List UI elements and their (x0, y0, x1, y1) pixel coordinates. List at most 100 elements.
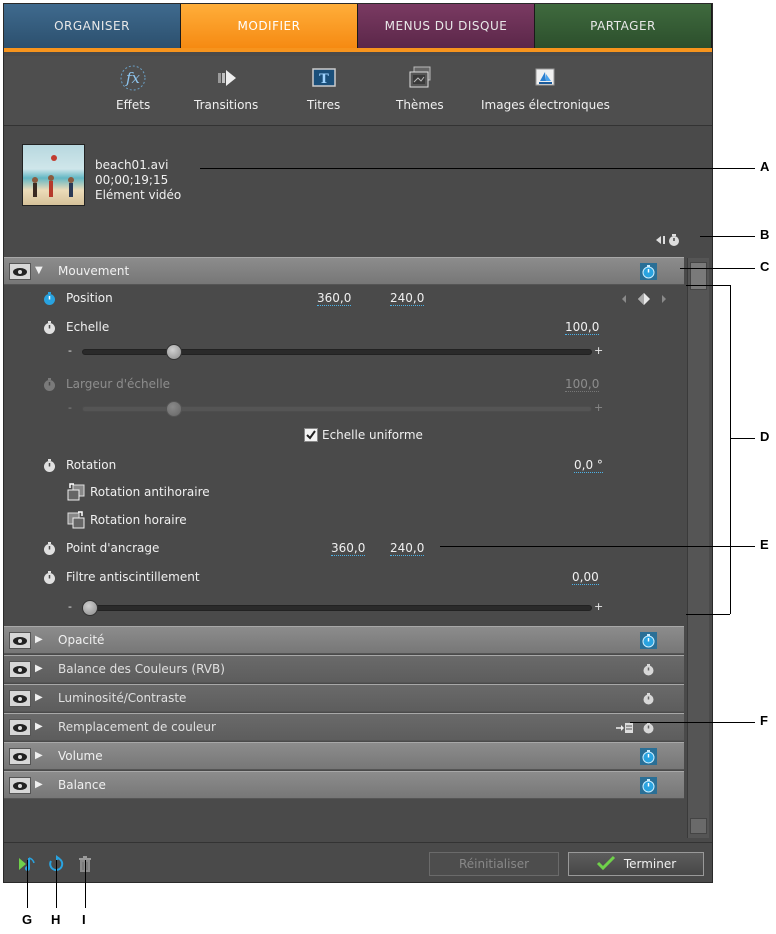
scale-width-slider: - + (68, 401, 604, 417)
titles-button[interactable]: T Titres (307, 64, 340, 112)
slider-knob[interactable] (165, 344, 182, 360)
stopwatch-blue-icon[interactable] (640, 748, 657, 765)
tab-organiser[interactable]: ORGANISER (4, 4, 181, 48)
edit-toolbar: fx Effets Transitions T Titres Thèmes Im… (4, 56, 712, 126)
callout-label-g: G (22, 912, 33, 927)
transitions-button[interactable]: Transitions (194, 64, 258, 112)
visibility-eye-icon[interactable] (9, 632, 31, 649)
scale-slider[interactable]: - + (68, 344, 603, 360)
effect-name: Volume (58, 749, 103, 763)
callout-bracket-d-bottom (686, 614, 730, 615)
slider-knob[interactable] (82, 600, 98, 616)
scale-value[interactable]: 100,0 (565, 320, 600, 335)
effect-header[interactable]: ▶ Opacité (4, 626, 684, 654)
stopwatch-icon[interactable] (42, 541, 57, 556)
callout-bracket-d-top (686, 285, 730, 286)
effects-label: Effets (116, 98, 151, 112)
stopwatch-active-icon[interactable] (42, 291, 57, 306)
themes-label: Thèmes (396, 98, 444, 112)
rotate-ccw-label: Rotation antihoraire (90, 485, 210, 499)
expand-chevron-down-icon[interactable]: ▼ (35, 265, 43, 276)
visibility-eye-icon[interactable] (9, 777, 31, 794)
stopwatch-blue-icon[interactable] (640, 632, 657, 649)
effect-header[interactable]: ▶ Volume (4, 742, 684, 770)
fx-icon: fx (119, 64, 147, 92)
tab-menus-du-disque[interactable]: MENUS DU DISQUE (358, 4, 535, 48)
done-button[interactable]: Terminer (568, 852, 704, 876)
themes-button[interactable]: Thèmes (396, 64, 444, 112)
reset-button[interactable]: Réinitialiser (429, 852, 559, 876)
expand-chevron-right-icon[interactable]: ▶ (35, 721, 43, 732)
effect-header[interactable]: ▶ Luminosité/Contraste (4, 684, 684, 712)
stopwatch-blue-icon[interactable] (640, 263, 657, 280)
callout-label-d: D (760, 429, 770, 444)
visibility-eye-icon[interactable] (9, 263, 31, 280)
effect-header[interactable]: ▶ Balance (4, 771, 684, 799)
callout-bracket-d-side (730, 285, 731, 614)
rotate-ccw-button[interactable]: Rotation antihoraire (66, 481, 210, 503)
property-row-rotation: Rotation 0,0 ° (4, 455, 684, 477)
stopwatch-icon[interactable] (42, 458, 57, 473)
visibility-eye-icon[interactable] (9, 719, 31, 736)
callout-label-h: H (51, 912, 61, 927)
antiflicker-value[interactable]: 0,00 (572, 570, 599, 585)
stopwatch-blue-icon[interactable] (640, 777, 657, 794)
property-label-position: Position (66, 291, 113, 305)
slider-max-label: + (594, 401, 604, 414)
expand-chevron-right-icon[interactable]: ▶ (35, 663, 43, 674)
tab-partager[interactable]: PARTAGER (535, 4, 712, 48)
rotate-cw-button[interactable]: Rotation horaire (66, 509, 187, 531)
scrollbar-end-button[interactable] (690, 818, 707, 834)
stopwatch-icon[interactable] (640, 690, 657, 707)
checkmark-icon (596, 855, 616, 874)
expand-chevron-right-icon[interactable]: ▶ (35, 692, 43, 703)
tab-modifier[interactable]: MODIFIER (181, 4, 358, 48)
clip-filename: beach01.avi (95, 158, 169, 172)
callout-line-c (680, 268, 755, 269)
stopwatch-icon[interactable] (640, 661, 657, 678)
property-label-scale-width: Largeur d'échelle (66, 377, 171, 391)
property-row-scale: Echelle 100,0 (4, 317, 684, 339)
electronic-images-button[interactable]: Images électroniques (481, 64, 610, 112)
visibility-eye-icon[interactable] (9, 748, 31, 765)
stopwatch-icon[interactable] (42, 570, 57, 585)
callout-line-h (56, 860, 57, 908)
callout-label-e: E (760, 537, 769, 552)
stopwatch-icon[interactable] (42, 320, 57, 335)
visibility-eye-icon[interactable] (9, 661, 31, 678)
motion-properties: Position 360,0 240,0 Echelle 100,0 - + L… (4, 286, 684, 626)
keyframe-add-icon[interactable] (616, 722, 634, 737)
callout-line-b (700, 236, 755, 237)
expand-chevron-right-icon[interactable]: ▶ (35, 634, 43, 645)
slider-knob (165, 401, 182, 417)
checkbox-check-icon[interactable] (304, 428, 318, 442)
keyframe-navigator[interactable] (620, 293, 668, 308)
rotation-value[interactable]: 0,0 ° (574, 458, 603, 473)
effect-header-motion[interactable]: ▼ Mouvement (4, 257, 684, 285)
antiflicker-slider[interactable]: - + (68, 600, 603, 616)
visibility-eye-icon[interactable] (9, 690, 31, 707)
svg-text:fx: fx (125, 69, 141, 87)
slider-track[interactable] (82, 349, 592, 355)
slider-min-label: - (68, 401, 72, 414)
rotate-ccw-icon (66, 482, 86, 502)
anchor-x-value[interactable]: 360,0 (331, 541, 366, 556)
effects-button[interactable]: fx Effets (116, 64, 150, 112)
expand-chevron-right-icon[interactable]: ▶ (35, 779, 43, 790)
effect-name-motion: Mouvement (58, 264, 130, 278)
expand-chevron-right-icon[interactable]: ▶ (35, 750, 43, 761)
uniform-scale-checkbox[interactable]: Echelle uniforme (304, 428, 423, 442)
effect-header[interactable]: ▶ Remplacement de couleur (4, 713, 684, 741)
anchor-y-value[interactable]: 240,0 (390, 541, 425, 556)
slider-min-label: - (68, 600, 72, 613)
callout-label-a: A (760, 159, 770, 174)
vertical-scrollbar[interactable] (687, 258, 709, 838)
effect-header[interactable]: ▶ Balance des Couleurs (RVB) (4, 655, 684, 683)
show-keyframes-toggle[interactable] (656, 233, 682, 250)
workspace-tabs: ORGANISER MODIFIER MENUS DU DISQUE PARTA… (4, 4, 712, 52)
position-y-value[interactable]: 240,0 (390, 291, 425, 306)
stopwatch-disabled-icon (42, 377, 57, 392)
clip-info: beach01.avi 00;00;19;15 Elément vidéo (4, 127, 712, 257)
position-x-value[interactable]: 360,0 (317, 291, 352, 306)
slider-track[interactable] (82, 605, 592, 611)
